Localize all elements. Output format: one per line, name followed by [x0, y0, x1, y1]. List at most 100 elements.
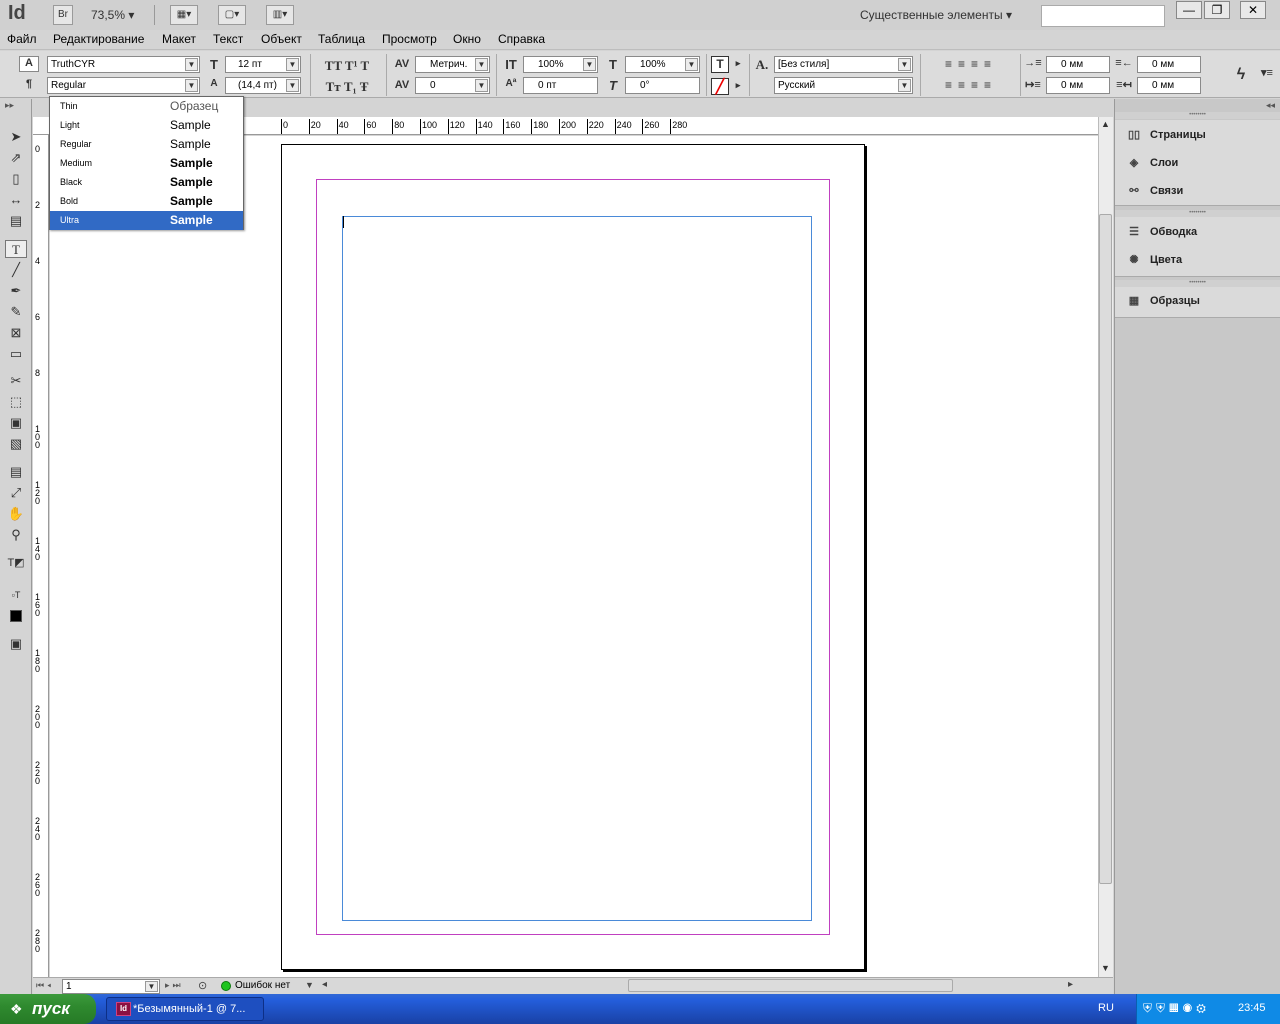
rectangle-tool-icon[interactable]: ▭: [5, 345, 27, 363]
panel-swatches[interactable]: ▦ Образцы: [1124, 291, 1200, 311]
apply-color-icon[interactable]: [5, 606, 27, 624]
chevron-down-icon[interactable]: ▼: [305, 980, 314, 990]
font-style-option-bold[interactable]: Bold Sample: [50, 192, 243, 211]
preflight-status[interactable]: Ошибок нет: [235, 980, 290, 991]
eyedropper-tool-icon[interactable]: ⤢: [5, 484, 27, 502]
chevron-down-icon[interactable]: ▼: [475, 58, 488, 71]
menu-type[interactable]: Текст: [213, 32, 243, 46]
lightning-icon[interactable]: ϟ: [1232, 66, 1250, 84]
caps-superscript-icons[interactable]: TT T¹ T: [317, 58, 377, 74]
text-frame[interactable]: [342, 216, 812, 921]
vertical-scale-field[interactable]: 100% ▼: [523, 56, 598, 73]
panel-grip[interactable]: ••••••••: [1115, 112, 1280, 119]
fill-color-icon[interactable]: T: [711, 56, 729, 73]
line-tool-icon[interactable]: ╱: [5, 261, 27, 279]
panel-layers[interactable]: ◈ Слои: [1124, 153, 1179, 173]
next-last-page-icons[interactable]: ▸⏭: [165, 980, 184, 991]
font-style-option-ultra[interactable]: Ultra Sample: [50, 211, 243, 230]
arrange-documents-icon[interactable]: ▥▾: [266, 5, 294, 25]
chevron-down-icon[interactable]: ▼: [286, 58, 299, 71]
kerning-field[interactable]: Метрич. ▼: [415, 56, 490, 73]
close-icon[interactable]: ✕: [1240, 1, 1266, 19]
chevron-right-icon[interactable]: ▸: [732, 58, 744, 69]
collapse-panels-icon[interactable]: ◂◂: [1266, 100, 1275, 111]
last-line-indent-field[interactable]: 0 мм: [1137, 77, 1201, 94]
chevron-down-icon[interactable]: ▼: [898, 58, 911, 71]
view-options-icon[interactable]: ▦▾: [170, 5, 198, 25]
scroll-down-icon[interactable]: ▼: [1099, 963, 1112, 976]
scroll-up-icon[interactable]: ▲: [1099, 119, 1112, 132]
vertical-scroll-thumb[interactable]: [1099, 214, 1112, 884]
language-field[interactable]: Русский ▼: [774, 77, 913, 94]
note-tool-icon[interactable]: ▤: [5, 463, 27, 481]
baseline-shift-field[interactable]: 0 пт: [523, 77, 598, 94]
smallcaps-subscript-icons[interactable]: Tт T₁ Ŧ: [317, 79, 377, 95]
first-prev-page-icons[interactable]: ⏮◂: [36, 980, 54, 991]
menu-object[interactable]: Объект: [261, 32, 302, 46]
leading-field[interactable]: (14,4 пт) ▼: [225, 77, 301, 94]
font-style-option-thin[interactable]: Thin Образец: [50, 97, 243, 116]
gradient-swatch-tool-icon[interactable]: ▣: [5, 414, 27, 432]
left-indent-field[interactable]: 0 мм: [1046, 56, 1110, 73]
free-transform-tool-icon[interactable]: ⬚: [5, 393, 27, 411]
paragraph-mode-icon[interactable]: ¶: [19, 78, 39, 90]
hand-tool-icon[interactable]: ✋: [5, 505, 27, 523]
chevron-right-icon[interactable]: ▸: [732, 80, 744, 91]
font-style-option-black[interactable]: Black Sample: [50, 173, 243, 192]
screen-mode-icon[interactable]: ▣: [5, 635, 27, 653]
scroll-right-icon[interactable]: ▸: [1068, 979, 1073, 990]
screen-mode-icon[interactable]: ▢▾: [218, 5, 246, 25]
right-indent-field[interactable]: 0 мм: [1137, 56, 1201, 73]
font-style-option-regular[interactable]: Regular Sample: [50, 135, 243, 154]
panel-colors[interactable]: ✺ Цвета: [1124, 250, 1182, 270]
menu-layout[interactable]: Макет: [162, 32, 196, 46]
tracking-field[interactable]: 0 ▼: [415, 77, 490, 94]
chevron-down-icon[interactable]: ▼: [145, 981, 158, 992]
restore-icon[interactable]: ❐: [1204, 1, 1230, 19]
rectangle-frame-tool-icon[interactable]: ⊠: [5, 324, 27, 342]
chevron-down-icon[interactable]: ▼: [898, 79, 911, 92]
chevron-down-icon[interactable]: ▼: [185, 58, 198, 71]
horizontal-scroll-thumb[interactable]: [628, 979, 953, 992]
chevron-down-icon[interactable]: ▼: [583, 58, 596, 71]
font-family-field[interactable]: TruthCYR ▼: [47, 56, 200, 73]
menu-edit[interactable]: Редактирование: [53, 32, 144, 46]
horizontal-scale-field[interactable]: 100% ▼: [625, 56, 700, 73]
panel-grip[interactable]: ••••••••: [1115, 280, 1280, 287]
skew-field[interactable]: 0°: [625, 77, 700, 94]
selection-tool-icon[interactable]: ➤: [5, 128, 27, 146]
scroll-left-icon[interactable]: ◂: [322, 979, 327, 990]
page-number-field[interactable]: 1 ▼: [62, 979, 160, 994]
first-line-indent-field[interactable]: 0 мм: [1046, 77, 1110, 94]
scissors-tool-icon[interactable]: ✂: [5, 372, 27, 390]
align-buttons-top[interactable]: ≡≡≡≡: [926, 57, 1016, 71]
menu-help[interactable]: Справка: [498, 32, 545, 46]
zoom-tool-icon[interactable]: ⚲: [5, 526, 27, 544]
fill-stroke-icon[interactable]: T◩: [5, 554, 27, 572]
font-size-field[interactable]: 12 пт ▼: [225, 56, 301, 73]
gradient-feather-tool-icon[interactable]: ▧: [5, 435, 27, 453]
page-tool-icon[interactable]: ▯: [5, 170, 27, 188]
chevron-down-icon[interactable]: ▼: [185, 79, 198, 92]
panel-menu-icon[interactable]: ▾≡: [1258, 66, 1276, 79]
panel-pages[interactable]: ▯▯ Страницы: [1124, 125, 1206, 145]
chevron-down-icon[interactable]: ▼: [286, 79, 299, 92]
menu-window[interactable]: Окно: [453, 32, 481, 46]
type-tool-icon[interactable]: T: [5, 240, 27, 258]
font-style-option-medium[interactable]: Medium Sample: [50, 154, 243, 173]
direct-selection-tool-icon[interactable]: ⇗: [5, 149, 27, 167]
formatting-affects-icon[interactable]: ▫T: [5, 586, 27, 604]
font-style-option-light[interactable]: Light Sample: [50, 116, 243, 135]
minimize-icon[interactable]: —: [1176, 1, 1202, 19]
panel-links[interactable]: ⚯ Связи: [1124, 181, 1183, 201]
panel-grip[interactable]: ••••••••: [1115, 210, 1280, 217]
collapse-toolbox-icon[interactable]: ▸▸: [5, 100, 14, 111]
stroke-none-icon[interactable]: ╱: [711, 78, 729, 95]
menu-file[interactable]: Файл: [7, 32, 37, 46]
bridge-button[interactable]: Br: [53, 5, 73, 25]
align-buttons-bottom[interactable]: ≡≡≡≡: [926, 78, 1016, 92]
character-style-field[interactable]: [Без стиля] ▼: [774, 56, 913, 73]
menu-table[interactable]: Таблица: [318, 32, 365, 46]
gap-tool-icon[interactable]: ↔: [5, 191, 27, 209]
search-input[interactable]: [1041, 5, 1165, 27]
